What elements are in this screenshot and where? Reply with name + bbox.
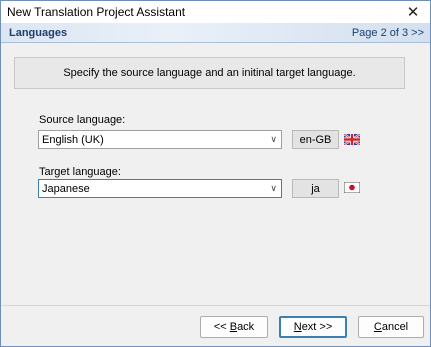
target-language-code: ja — [292, 179, 339, 198]
window-title: New Translation Project Assistant — [7, 5, 186, 19]
assistant-window: New Translation Project Assistant ✕ Lang… — [0, 0, 431, 347]
close-icon: ✕ — [406, 4, 420, 21]
source-language-code-text: en-GB — [299, 133, 332, 146]
chevron-down-icon: ∨ — [270, 183, 277, 193]
title-bar: New Translation Project Assistant ✕ — [1, 1, 430, 23]
source-language-code: en-GB — [292, 130, 339, 149]
chevron-down-icon: ∨ — [270, 134, 277, 144]
next-button[interactable]: Next >> — [279, 316, 347, 338]
target-language-value: Japanese — [42, 183, 90, 195]
cancel-button-label: Cancel — [373, 321, 409, 333]
source-language-label: Source language: — [39, 114, 126, 126]
page-header: Languages Page 2 of 3 >> — [1, 23, 430, 43]
content-area: Specify the source language and an initi… — [1, 44, 430, 305]
cancel-button[interactable]: Cancel — [358, 316, 424, 338]
target-language-select[interactable]: Japanese ∨ — [38, 179, 282, 198]
source-language-value: English (UK) — [42, 134, 104, 146]
back-button-label: << Back — [213, 321, 255, 333]
button-bar: << Back Next >> Cancel — [1, 305, 430, 346]
target-language-code-text: ja — [311, 182, 320, 195]
uk-flag-icon — [344, 134, 360, 145]
source-language-select[interactable]: English (UK) ∨ — [38, 130, 282, 149]
page-title: Languages — [9, 27, 68, 39]
japan-flag-icon — [344, 182, 360, 193]
next-button-label: Next >> — [293, 321, 333, 333]
back-button[interactable]: << Back — [200, 316, 268, 338]
target-language-label: Target language: — [39, 166, 121, 178]
page-indicator: Page 2 of 3 >> — [351, 27, 424, 39]
instructions-panel: Specify the source language and an initi… — [14, 57, 405, 89]
instructions-text: Specify the source language and an initi… — [63, 67, 356, 79]
close-button[interactable]: ✕ — [396, 1, 430, 23]
